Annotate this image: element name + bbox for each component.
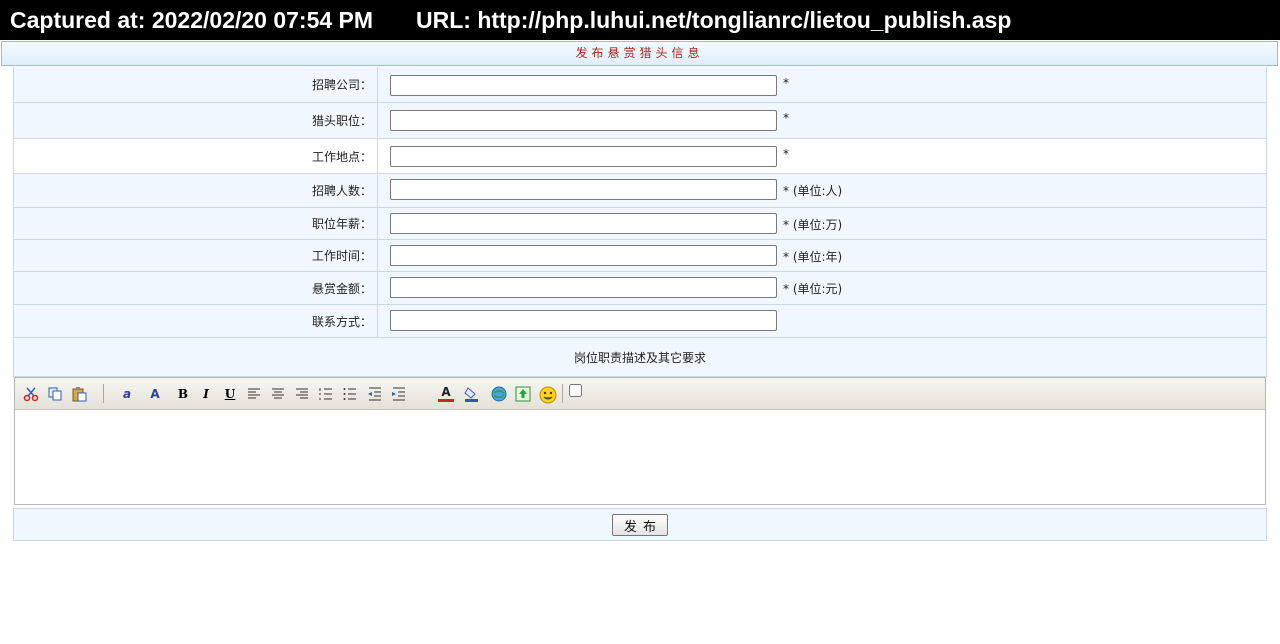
- field-label: 悬赏金额：: [14, 272, 378, 304]
- bounty-input[interactable]: [390, 277, 777, 298]
- unit-note: * (单位:人): [783, 184, 843, 198]
- field-label: 联系方式：: [14, 305, 378, 337]
- headcount-input[interactable]: [390, 179, 777, 200]
- form-title: 发布悬赏猎头信息: [1, 41, 1278, 66]
- source-mode-checkbox[interactable]: [569, 384, 582, 397]
- ordered-list-icon[interactable]: [318, 386, 334, 402]
- field-label: 招聘公司：: [14, 67, 378, 102]
- underline-icon[interactable]: U: [222, 386, 238, 402]
- background-color-icon[interactable]: [464, 386, 480, 402]
- position-input[interactable]: [390, 110, 777, 131]
- field-row-location: 工作地点： *: [13, 139, 1267, 174]
- font-size-icon[interactable]: A: [147, 386, 163, 402]
- capture-bar: Captured at: 2022/02/20 07:54 PM URL: ht…: [0, 0, 1280, 40]
- toolbar-separator: [103, 384, 104, 403]
- submit-row: 发布: [13, 508, 1267, 541]
- align-center-icon[interactable]: [270, 386, 286, 402]
- field-label: 工作时间：: [14, 240, 378, 271]
- toolbar-separator: [562, 384, 563, 403]
- align-right-icon[interactable]: [294, 386, 310, 402]
- description-label: 岗位职责描述及其它要求: [13, 338, 1267, 377]
- unit-note: * (单位:元): [783, 282, 843, 296]
- field-label: 工作地点：: [14, 139, 378, 173]
- text-color-icon[interactable]: A: [438, 386, 454, 402]
- unordered-list-icon[interactable]: [342, 386, 358, 402]
- salary-input[interactable]: [390, 213, 777, 234]
- field-label: 职位年薪：: [14, 208, 378, 239]
- unit-note: * (单位:万): [783, 218, 843, 232]
- capture-timestamp: Captured at: 2022/02/20 07:54 PM: [10, 7, 374, 33]
- contact-input[interactable]: [390, 310, 777, 331]
- field-label: 猎头职位：: [14, 103, 378, 138]
- unit-note: * (单位:年): [783, 250, 843, 264]
- editor-content-area[interactable]: [15, 410, 1265, 504]
- link-icon[interactable]: [491, 386, 507, 402]
- publish-button[interactable]: 发布: [612, 514, 668, 536]
- field-row-position: 猎头职位： *: [13, 103, 1267, 139]
- required-marker: *: [783, 147, 789, 161]
- capture-url: URL: http://php.luhui.net/tonglianrc/lie…: [416, 7, 1012, 33]
- company-input[interactable]: [390, 75, 777, 96]
- work-years-input[interactable]: [390, 245, 777, 266]
- emoticon-icon[interactable]: [539, 386, 557, 404]
- rich-text-editor: a A B I U A: [14, 377, 1266, 505]
- editor-toolbar: a A B I U A: [15, 378, 1265, 410]
- font-style-icon[interactable]: a: [119, 386, 135, 402]
- indent-icon[interactable]: [391, 386, 407, 402]
- field-row-headcount: 招聘人数： * (单位:人): [13, 174, 1267, 208]
- outdent-icon[interactable]: [367, 386, 383, 402]
- location-input[interactable]: [390, 146, 777, 167]
- field-row-work-years: 工作时间： * (单位:年): [13, 240, 1267, 272]
- field-row-bounty: 悬赏金额： * (单位:元): [13, 272, 1267, 305]
- italic-icon[interactable]: I: [198, 386, 214, 402]
- field-row-contact: 联系方式：: [13, 305, 1267, 338]
- field-row-company: 招聘公司： *: [13, 67, 1267, 103]
- image-icon[interactable]: [515, 386, 531, 402]
- field-label: 招聘人数：: [14, 174, 378, 207]
- copy-icon[interactable]: [47, 386, 63, 402]
- paste-icon[interactable]: [71, 386, 87, 402]
- cut-icon[interactable]: [23, 386, 39, 402]
- required-marker: *: [783, 111, 789, 125]
- field-row-salary: 职位年薪： * (单位:万): [13, 208, 1267, 240]
- align-left-icon[interactable]: [246, 386, 262, 402]
- bold-icon[interactable]: B: [175, 386, 191, 402]
- required-marker: *: [783, 76, 789, 90]
